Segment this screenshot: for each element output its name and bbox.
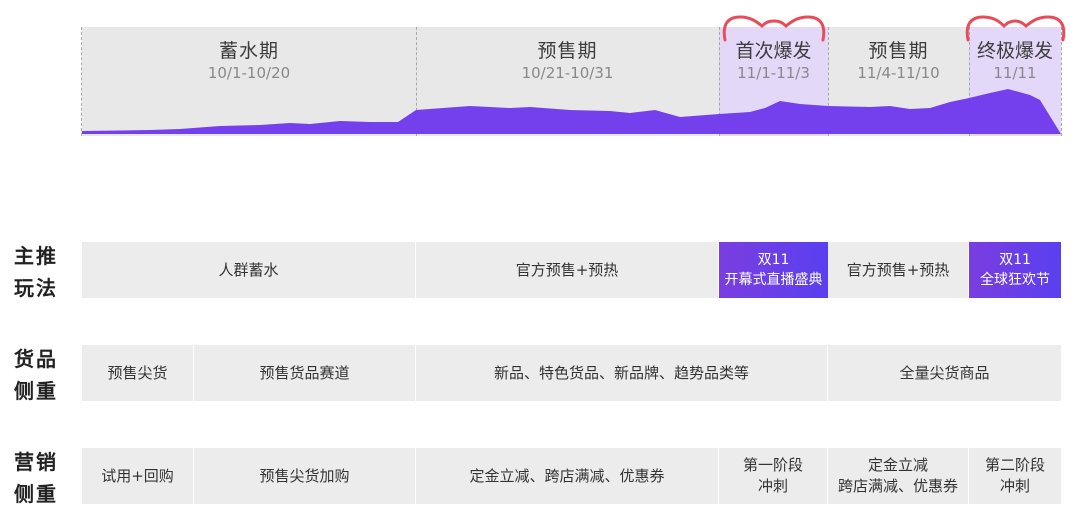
cell-line: 双11 bbox=[999, 252, 1031, 268]
trend-area bbox=[82, 89, 1061, 134]
cell-line: 第二阶段 bbox=[984, 456, 1045, 474]
play-cell-global-festival: 双11 全球狂欢节 bbox=[969, 242, 1061, 298]
row-label-line: 主推 bbox=[14, 244, 58, 268]
row-label-marketing: 营销 侧重 bbox=[14, 446, 64, 510]
row-label-goods: 货品 侧重 bbox=[14, 343, 64, 407]
goods-cell-all-hot: 全量尖货商品 bbox=[828, 345, 1061, 401]
row-label-line: 侧重 bbox=[14, 482, 58, 506]
play-cell-presale: 官方预售+预热 bbox=[416, 242, 719, 298]
marketing-cell-trial: 试用+回购 bbox=[82, 448, 194, 504]
play-cell-audience: 人群蓄水 bbox=[82, 242, 416, 298]
goods-cell-new-items: 新品、特色货品、新品牌、趋势品类等 bbox=[416, 345, 828, 401]
row-label-line: 营销 bbox=[14, 450, 58, 474]
cell-line: 开幕式直播盛典 bbox=[724, 272, 823, 288]
cell-line: 双11 bbox=[757, 252, 790, 268]
cell-line: 第一阶段 bbox=[742, 456, 803, 474]
play-cell-opening-live: 双11 开幕式直播盛典 bbox=[719, 242, 828, 298]
marketing-cell-deposit-2: 定金立减 跨店满减、优惠券 bbox=[828, 448, 969, 504]
cell-line: 冲刺 bbox=[757, 477, 788, 495]
cell-line: 全球狂欢节 bbox=[980, 272, 1050, 288]
cell-line: 定金立减 bbox=[867, 456, 928, 474]
marketing-cell-add-cart: 预售尖货加购 bbox=[194, 448, 416, 504]
flag-bracket-left bbox=[722, 15, 826, 42]
row-label-line: 玩法 bbox=[14, 276, 58, 300]
flag-bracket-right bbox=[965, 15, 1066, 42]
marketing-cell-deposit: 定金立减、跨店满减、优惠券 bbox=[416, 448, 719, 504]
goods-cell-presale-track: 预售货品赛道 bbox=[194, 345, 416, 401]
trend-area-chart bbox=[82, 15, 1066, 134]
row-label-play: 主推 玩法 bbox=[14, 240, 64, 304]
cell-line: 冲刺 bbox=[999, 477, 1030, 495]
row-label-line: 侧重 bbox=[14, 379, 58, 403]
play-cell-presale-2: 官方预售+预热 bbox=[828, 242, 969, 298]
marketing-cell-stage-1: 第一阶段 冲刺 bbox=[719, 448, 828, 504]
goods-cell-presale-hot: 预售尖货 bbox=[82, 345, 194, 401]
cell-line: 跨店满减、优惠券 bbox=[837, 477, 958, 495]
marketing-cell-stage-2: 第二阶段 冲刺 bbox=[969, 448, 1061, 504]
row-label-line: 货品 bbox=[14, 347, 58, 371]
